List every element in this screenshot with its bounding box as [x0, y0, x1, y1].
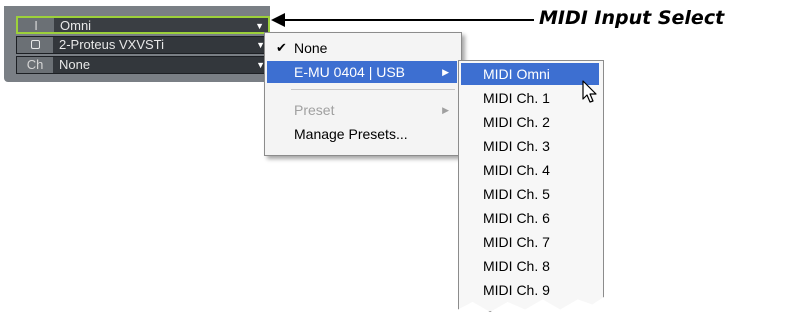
channel-value: None: [59, 57, 91, 72]
submenu-item-midi-ch-9[interactable]: MIDI Ch. 9: [461, 279, 599, 301]
menu-item-none[interactable]: ✔ None: [267, 37, 457, 59]
submenu-item-midi-omni[interactable]: MIDI Omni: [461, 63, 599, 85]
submenu-item-midi-ch-8[interactable]: MIDI Ch. 8: [461, 255, 599, 277]
submenu-item-midi-ch-4[interactable]: MIDI Ch. 4: [461, 159, 599, 181]
track-strip: I Omni ▼ 2-Proteus VXVSTi ▼ Ch None ▼: [4, 6, 270, 82]
submenu-item-midi-ch-7[interactable]: MIDI Ch. 7: [461, 231, 599, 253]
mouse-pointer-icon: [582, 80, 597, 103]
midi-input-selector[interactable]: I Omni ▼: [16, 16, 270, 34]
channel-tag: Ch: [17, 57, 53, 73]
menu-item-manage-presets[interactable]: Manage Presets...: [267, 123, 457, 145]
callout-line: [282, 19, 534, 21]
submenu-item-midi-ch-2[interactable]: MIDI Ch. 2: [461, 111, 599, 133]
output-tag: [17, 37, 53, 53]
submenu-item-midi-ch-6[interactable]: MIDI Ch. 6: [461, 207, 599, 229]
input-tag: I: [18, 18, 54, 33]
submenu-item-midi-ch-3[interactable]: MIDI Ch. 3: [461, 135, 599, 157]
menu-separator: [291, 89, 455, 90]
menu-item-emu-0404-usb[interactable]: E-MU 0404 | USB ▶: [267, 61, 457, 83]
midi-input-menu: ✔ None E-MU 0404 | USB ▶ Preset ▶ Manage…: [264, 32, 462, 156]
output-value: 2-Proteus VXVSTi: [59, 37, 165, 52]
chevron-right-icon: ▶: [442, 105, 449, 115]
menu-item-preset: Preset ▶: [267, 99, 457, 121]
output-selector[interactable]: 2-Proteus VXVSTi ▼: [16, 36, 270, 54]
submenu-item-midi-ch-1[interactable]: MIDI Ch. 1: [461, 87, 599, 109]
output-square-icon: [30, 40, 40, 49]
callout-label: MIDI Input Select: [539, 7, 725, 29]
input-value: Omni: [60, 18, 92, 33]
submenu-item-midi-ch-5[interactable]: MIDI Ch. 5: [461, 183, 599, 205]
checkmark-icon: ✔: [276, 40, 287, 55]
channel-selector[interactable]: Ch None ▼: [16, 56, 270, 74]
chevron-right-icon: ▶: [442, 67, 449, 77]
chevron-down-icon: ▼: [255, 21, 264, 31]
